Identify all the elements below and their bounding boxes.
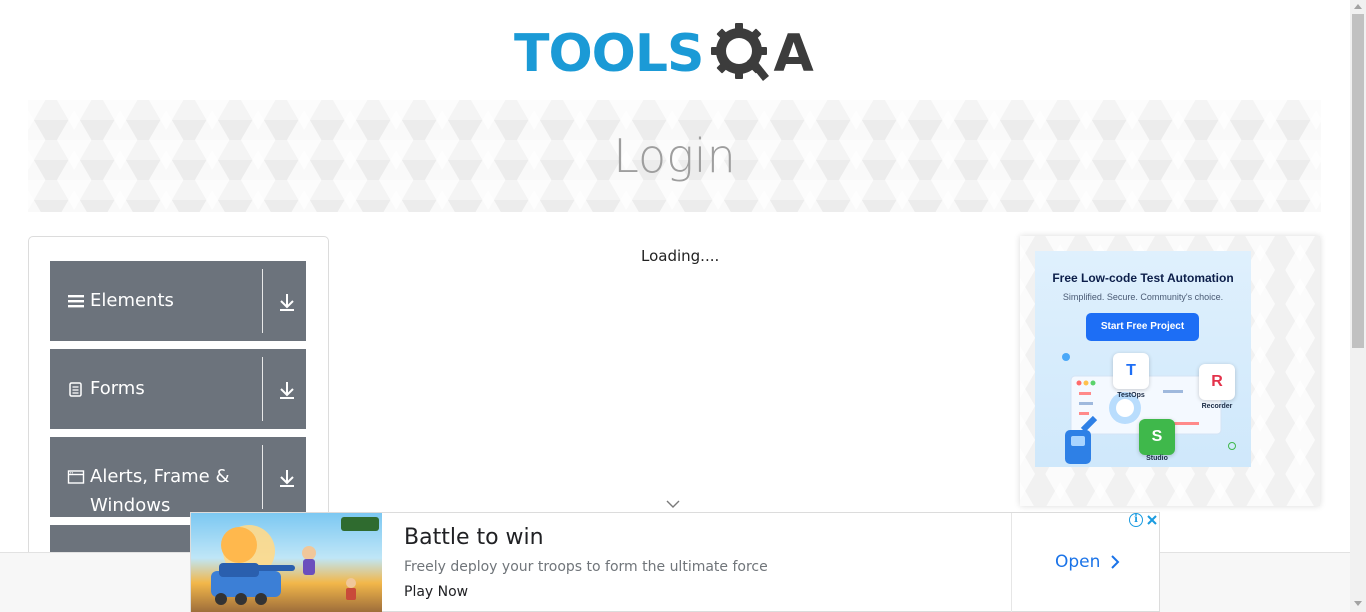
divider [1011, 513, 1012, 612]
side-advertisement[interactable]: Free Low-code Test Automation Simplified… [1020, 236, 1320, 506]
toolsqa-logo[interactable]: TOOLS A [514, 16, 844, 92]
document-icon [69, 382, 82, 397]
sidebar-group-alerts-frame-windows[interactable]: Alerts, Frame & Windows [50, 437, 306, 517]
download-arrow-icon[interactable] [276, 291, 298, 313]
chevron-right-icon [1111, 555, 1120, 569]
scroll-up-arrow-icon[interactable] [1354, 4, 1362, 9]
sidebar-group-label: Forms [90, 378, 145, 399]
studio-tile: S [1139, 419, 1175, 455]
scrollbar-thumb[interactable] [1352, 14, 1364, 348]
divider [262, 269, 263, 333]
bottom-advertisement[interactable]: Battle to win Freely deploy your troops … [190, 512, 1160, 612]
sidebar-group-elements[interactable]: Elements [50, 261, 306, 341]
divider [262, 357, 263, 421]
scroll-down-arrow-icon[interactable] [1354, 601, 1362, 606]
ad-title: Free Low-code Test Automation [1052, 271, 1234, 285]
ad-headline[interactable]: Battle to win [404, 525, 544, 550]
logo-text-a: A [773, 24, 814, 84]
page-title: Login [613, 129, 736, 183]
decor-dot [1062, 353, 1070, 361]
vertical-scrollbar[interactable] [1350, 0, 1366, 612]
logo-text-tools: TOOLS [514, 24, 704, 84]
tile-label-testops: TestOps [1117, 392, 1145, 399]
ad-card[interactable]: Free Low-code Test Automation Simplified… [1035, 251, 1251, 467]
game-ad-image[interactable] [191, 513, 382, 612]
sidebar-group-forms[interactable]: Forms [50, 349, 306, 429]
ad-close-icon[interactable] [1145, 513, 1159, 527]
loading-text: Loading.... [641, 247, 720, 265]
gear-magnifier-icon [711, 23, 770, 81]
open-button-label: Open [1055, 552, 1101, 572]
start-free-project-button[interactable]: Start Free Project [1086, 313, 1199, 341]
hamburger-icon [68, 295, 84, 308]
ad-subtitle: Simplified. Secure. Community's choice. [1062, 292, 1224, 302]
decor-ring [1228, 442, 1236, 450]
tile-label-recorder: Recorder [1201, 403, 1233, 410]
testops-tile: T [1113, 353, 1149, 389]
tile-label-studio: Studio [1146, 455, 1168, 462]
ad-description: Freely deploy your troops to form the ul… [404, 559, 768, 575]
sidebar-group-header: Elements [67, 286, 174, 315]
download-arrow-icon[interactable] [276, 379, 298, 401]
download-arrow-icon[interactable] [276, 467, 298, 489]
chevron-down-icon[interactable] [665, 498, 681, 510]
robot-arm-graphic [1065, 416, 1098, 464]
window-icon [67, 470, 85, 484]
ad-info-icon[interactable]: i [1129, 513, 1143, 527]
sidebar-group-label: Elements [90, 290, 174, 311]
divider [262, 445, 263, 509]
play-now-link[interactable]: Play Now [404, 584, 468, 600]
sidebar-group-header: Forms [67, 374, 145, 403]
recorder-tile: R [1199, 364, 1235, 400]
open-button[interactable]: Open [1055, 552, 1120, 572]
game-scene-graphic [211, 517, 379, 605]
page-header-banner: Login [28, 100, 1321, 212]
page: TOOLS A Login Elements Forms Alerts, Fra… [0, 0, 1366, 612]
